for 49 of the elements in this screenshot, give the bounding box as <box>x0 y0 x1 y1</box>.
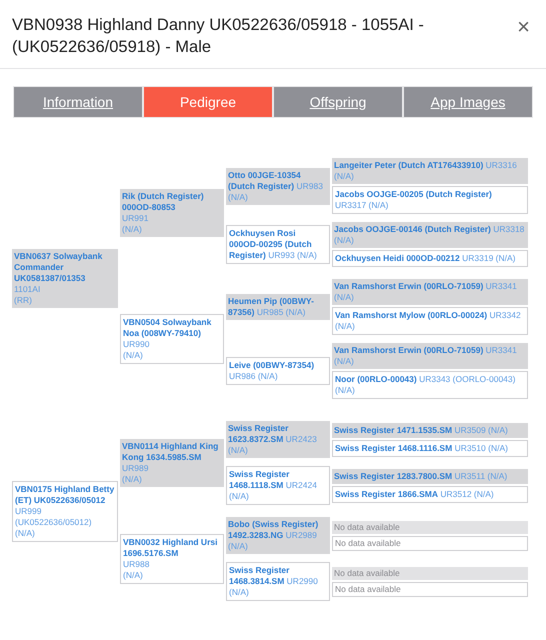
dam-card[interactable]: Ockhuysen Rosi 000OD-00295 (Dutch Register) UR993 (N/A) <box>226 225 330 264</box>
dam-card[interactable]: Leive (00BWY-87354) UR986 (N/A) <box>226 357 330 385</box>
no-data-card: No data available <box>332 582 528 596</box>
no-data-card: No data available <box>332 536 528 550</box>
dam-card[interactable]: Swiss Register 1468.1116.SM UR3510 (N/A) <box>332 440 528 456</box>
sire-card[interactable]: Swiss Register 1623.8372.SM UR2423 (N/A) <box>226 421 330 458</box>
dam-card[interactable]: Swiss Register 1468.1118.SM UR2424 (N/A) <box>226 466 330 505</box>
animal-details: 1101AI <box>14 284 42 295</box>
sire-card[interactable]: Swiss Register 1471.1535.SM UR3509 (N/A) <box>332 422 528 438</box>
sire-card[interactable]: Van Ramshorst Erwin (00RLO-71059) UR3341 (N/A) <box>332 279 528 305</box>
animal-details: (N/A) <box>15 528 36 538</box>
sire-card[interactable]: Otto 00JGE-10354 (Dutch Register) UR983 (N/A) <box>226 168 330 204</box>
dam-card[interactable]: Van Ramshorst Mylow (00RLO-00024) UR3342 (N/A) <box>332 307 528 335</box>
dialog-title: VBN0938 Highland Danny UK0522636/05918 - 1055AI - (UK0522636/05918) - Male <box>12 15 425 58</box>
dam-card[interactable]: Swiss Register 1468.3814.SM UR2990 (N/A) <box>226 562 330 601</box>
sire-card[interactable]: Langeiter Peter (Dutch AT176433910) UR3316 (N/A) <box>332 158 528 184</box>
animal-details: UR989 <box>122 463 150 474</box>
dam-card[interactable]: Swiss Register 1866.SMA UR3512 (N/A) <box>332 486 528 502</box>
animal-details: UR990 <box>123 339 150 350</box>
no-data-card: No data available <box>332 520 528 534</box>
animal-details: (N/A) <box>123 570 144 581</box>
tab[interactable]: Offspring <box>274 87 402 117</box>
close-button[interactable]: × <box>517 16 530 38</box>
animal-details: (RR) <box>14 295 33 306</box>
animal-details: UR999 <box>15 506 42 516</box>
tab[interactable]: App Images <box>404 87 532 117</box>
tab[interactable]: Pedigree <box>144 87 272 117</box>
no-data-card: No data available <box>332 566 528 580</box>
animal-details: (UK0522636/05012) <box>15 516 93 528</box>
animal-name[interactable]: VBN0637 Solwaybank Commander UK0581387/01353 <box>14 251 116 284</box>
sire-card[interactable]: Heumen Pip (00BWY-87356) UR985 (N/A) <box>226 294 330 320</box>
sire-card[interactable]: Bobo (Swiss Register) 1492.3283.NG UR2989 (N/A) <box>226 517 330 554</box>
animal-name[interactable]: Rik (Dutch Register) 000OD-80853 <box>122 190 222 212</box>
sire-card[interactable]: Van Ramshorst Erwin (00RLO-71059) UR3341 (N/A) <box>332 343 528 369</box>
dam-card[interactable]: Jacobs OOJGE-00205 (Dutch Register) UR3317 (N/A) <box>332 186 528 214</box>
animal-details: UR991 <box>122 212 150 224</box>
animal-details: UR988 <box>123 559 150 570</box>
animal-details: (N/A) <box>122 224 143 234</box>
animal-name[interactable]: VBN0032 Highland Ursi 1696.5176.SM <box>123 537 221 559</box>
animal-details: (N/A) <box>123 350 144 361</box>
animal-name[interactable]: VBN0175 Highland Betty (ET) UK0522636/05012 <box>15 484 115 506</box>
sire-card[interactable]: Jacobs OOJGE-00146 (Dutch Register) UR3318 (N/A) <box>332 222 528 248</box>
dam-card[interactable]: Ockhuysen Heidi 000OD-00212 UR3319 (N/A) <box>332 250 528 267</box>
tab[interactable]: Information <box>14 87 142 117</box>
animal-name[interactable]: VBN0504 Solwaybank Noa (008WY-79410) <box>123 317 221 339</box>
sire-card[interactable]: Swiss Register 1283.7800.SM UR3511 (N/A) <box>332 468 528 484</box>
animal-details: (N/A) <box>122 474 143 485</box>
dam-card[interactable]: Noor (00RLO-00043) UR3343 (OORLO-00043) (N/A) <box>332 371 528 399</box>
animal-name[interactable]: VBN0114 Highland King Kong 1634.5985.SM <box>122 441 222 463</box>
